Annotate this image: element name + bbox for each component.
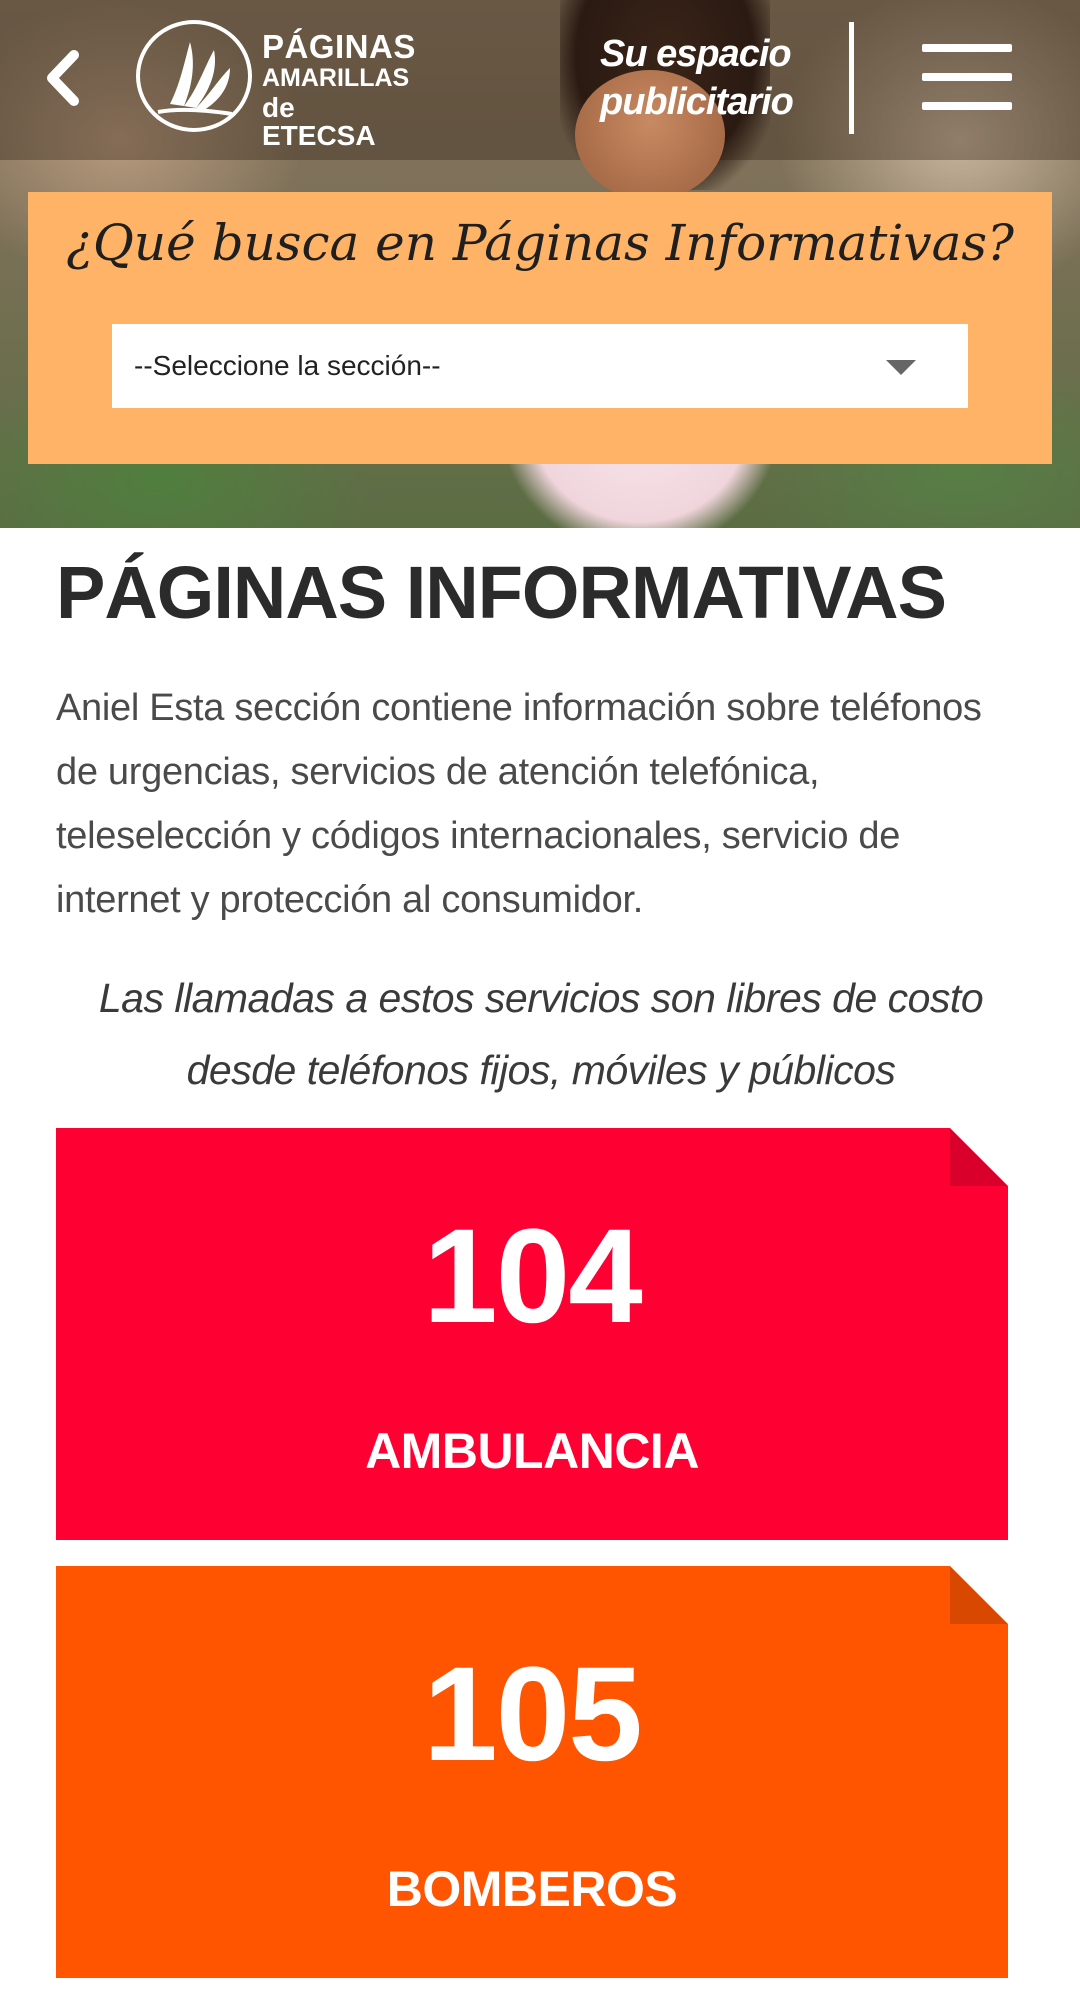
caret-down-icon (886, 360, 916, 375)
page-title: PÁGINAS INFORMATIVAS (56, 551, 947, 634)
service-label: AMBULANCIA (365, 1423, 699, 1479)
logo-line-3: de ETECSA (262, 92, 376, 151)
select-value: --Seleccione la sección-- (134, 350, 441, 381)
folded-corner-icon (950, 1566, 1008, 1624)
ad-link-line-2: publicitario (600, 81, 794, 123)
service-card-bomberos[interactable]: 105 BOMBEROS (56, 1566, 1008, 1978)
service-number: 104 (423, 1202, 643, 1351)
ad-link-line-1: Su espacio (600, 33, 792, 75)
free-calls-notice: Las llamadas a estos servicios son libre… (56, 962, 1026, 1106)
header-divider (849, 22, 854, 134)
chevron-left-icon (47, 50, 79, 106)
service-label: BOMBEROS (386, 1861, 678, 1917)
service-number: 105 (423, 1640, 643, 1789)
logo-line-2: AMARILLAS (262, 64, 410, 92)
intro-text: Aniel Esta sección contiene información … (56, 687, 982, 921)
folded-corner-icon (950, 1128, 1008, 1186)
notice-line-2: desde teléfonos fijos, móviles y público… (186, 1047, 896, 1093)
section-select[interactable]: --Seleccione la sección-- (112, 324, 968, 408)
etecsa-logo[interactable]: PÁGINAS AMARILLAS de ETECSA (136, 20, 415, 150)
book-logo-icon (136, 20, 252, 132)
logo-line-1: PÁGINAS (262, 28, 416, 65)
service-card-ambulancia[interactable]: 104 AMBULANCIA (56, 1128, 1008, 1540)
hamburger-menu-icon[interactable] (922, 44, 1012, 110)
search-title: ¿Qué busca en Páginas Informativas? (66, 214, 1014, 272)
back-button[interactable] (40, 48, 84, 108)
notice-line-1: Las llamadas a estos servicios son libre… (98, 975, 984, 1021)
logo-text: PÁGINAS AMARILLAS de ETECSA (262, 30, 416, 150)
advertising-space-link[interactable]: Su espacio publicitario (600, 30, 810, 126)
section-search-box: ¿Qué busca en Páginas Informativas? --Se… (28, 192, 1052, 464)
